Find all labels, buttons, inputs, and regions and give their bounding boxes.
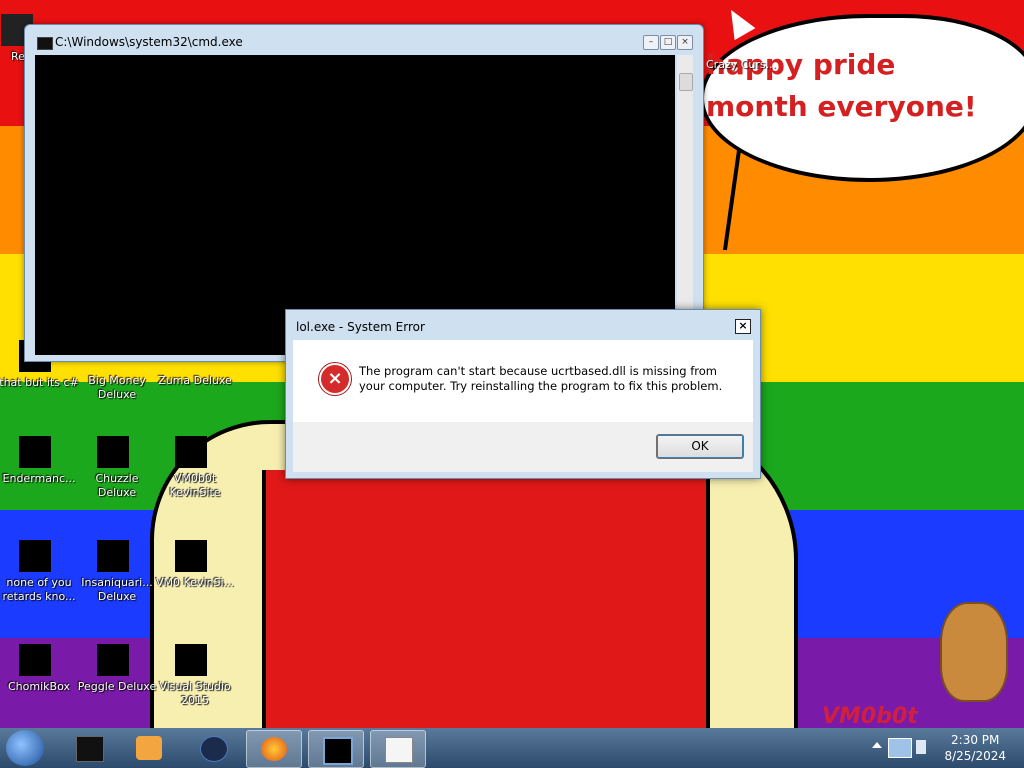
desktop-icon-none-of-you[interactable]: none of you retards kno... xyxy=(0,532,80,604)
volume-icon[interactable] xyxy=(916,740,926,754)
dialog-body: × The program can't start because ucrtba… xyxy=(293,340,753,422)
taskbar-item-console-window[interactable] xyxy=(308,730,364,768)
game-icon xyxy=(97,532,137,572)
terminal-icon xyxy=(19,428,59,468)
wallpaper-brand: VM0b0t xyxy=(822,704,918,728)
desktop-icon-chomikbox[interactable]: ChomikBox xyxy=(0,636,80,694)
desktop-icon-visual-studio[interactable]: Visual Studio 2015 xyxy=(154,636,236,708)
desktop-icon-insaniquarium[interactable]: Insaniquari... Deluxe xyxy=(76,532,158,604)
cmd-window-title: C:\Windows\system32\cmd.exe xyxy=(55,35,243,49)
clock-date: 8/25/2024 xyxy=(944,749,1006,763)
desktop-icon-label: that but its c# xyxy=(0,376,79,389)
game-icon xyxy=(97,428,137,468)
hamster-icon xyxy=(940,602,1008,702)
taskbar-item-cmd[interactable] xyxy=(62,730,116,766)
dialog-footer: OK xyxy=(293,422,753,472)
cursor-label: Crazy Curs... xyxy=(706,58,777,71)
desktop-icon-chuzzle[interactable]: Chuzzle Deluxe xyxy=(76,428,158,500)
desktop-icon-label: VM0b0t KevinSite xyxy=(169,472,221,499)
desktop-icon-label: Peggle Deluxe xyxy=(77,680,157,693)
taskbar: 2:30 PM 8/25/2024 xyxy=(0,728,1024,768)
clock[interactable]: 2:30 PM 8/25/2024 xyxy=(944,732,1006,764)
desktop-icon-big-money[interactable]: Big Money Deluxe xyxy=(76,360,158,402)
clock-time: 2:30 PM xyxy=(951,733,1000,747)
maximize-button[interactable]: □ xyxy=(660,35,676,50)
system-tray: 2:30 PM 8/25/2024 xyxy=(864,728,1024,768)
error-dialog[interactable]: lol.exe - System Error × × The program c… xyxy=(285,309,761,479)
desktop-icon-label: Visual Studio 2015 xyxy=(159,680,231,707)
desktop-icon-label: Insaniquari... Deluxe xyxy=(81,576,153,603)
desktop-icon-zuma[interactable]: Zuma Deluxe xyxy=(154,360,236,388)
console-window-icon xyxy=(323,737,353,765)
desktop-icon-label: ChomikBox xyxy=(8,680,70,693)
minimize-button[interactable]: – xyxy=(643,35,659,50)
shortcut-icon xyxy=(175,532,215,572)
cmd-icon xyxy=(76,736,104,762)
ok-button[interactable]: OK xyxy=(656,434,744,459)
desktop-icon-vm0b0t-kevinsite[interactable]: VM0b0t KevinSite xyxy=(154,428,236,500)
cmd-icon xyxy=(37,37,53,50)
scrollbar-thumb[interactable] xyxy=(679,73,693,91)
desktop-icon-peggle[interactable]: Peggle Deluxe xyxy=(76,636,158,694)
globe-icon xyxy=(200,736,228,762)
desktop-icon-vm0-kevinsite[interactable]: VM0 KevinSi... xyxy=(154,532,236,590)
desktop-icon-label: VM0 KevinSi... xyxy=(155,576,234,589)
desktop-icon-label: Chuzzle Deluxe xyxy=(95,472,139,499)
desktop-icon-endermanch[interactable]: Endermanc... xyxy=(0,428,80,486)
taskbar-item-media-player[interactable] xyxy=(122,730,176,766)
taskbar-item-notepad[interactable] xyxy=(370,730,426,768)
dialog-close-button[interactable]: × xyxy=(735,319,751,334)
error-icon: × xyxy=(319,363,351,395)
firefox-icon xyxy=(19,532,59,572)
desktop-icon-label: Zuma Deluxe xyxy=(158,374,232,387)
taskbar-item-globe[interactable] xyxy=(186,730,240,766)
taskbar-item-firefox[interactable] xyxy=(246,730,302,768)
start-button[interactable] xyxy=(6,730,44,766)
media-player-icon xyxy=(136,736,162,760)
app-icon xyxy=(19,636,59,676)
dialog-message: The program can't start because ucrtbase… xyxy=(359,364,723,393)
speech-bubble-text: happy pride month everyone! xyxy=(706,48,977,123)
desktop-icon-label: Endermanc... xyxy=(2,472,76,485)
desktop-icon-label: none of you retards kno... xyxy=(2,576,76,603)
desktop-icon-label: Big Money Deluxe xyxy=(88,374,146,401)
close-button[interactable]: × xyxy=(677,35,693,50)
cartoon-shirt xyxy=(262,470,710,728)
visual-studio-icon xyxy=(175,636,215,676)
network-icon[interactable] xyxy=(888,738,912,758)
notepad-icon xyxy=(385,737,413,763)
show-hidden-icons-icon[interactable] xyxy=(872,742,882,748)
firefox-icon xyxy=(261,737,287,761)
shortcut-icon xyxy=(175,428,215,468)
game-icon xyxy=(97,636,137,676)
dialog-title: lol.exe - System Error xyxy=(296,320,425,334)
